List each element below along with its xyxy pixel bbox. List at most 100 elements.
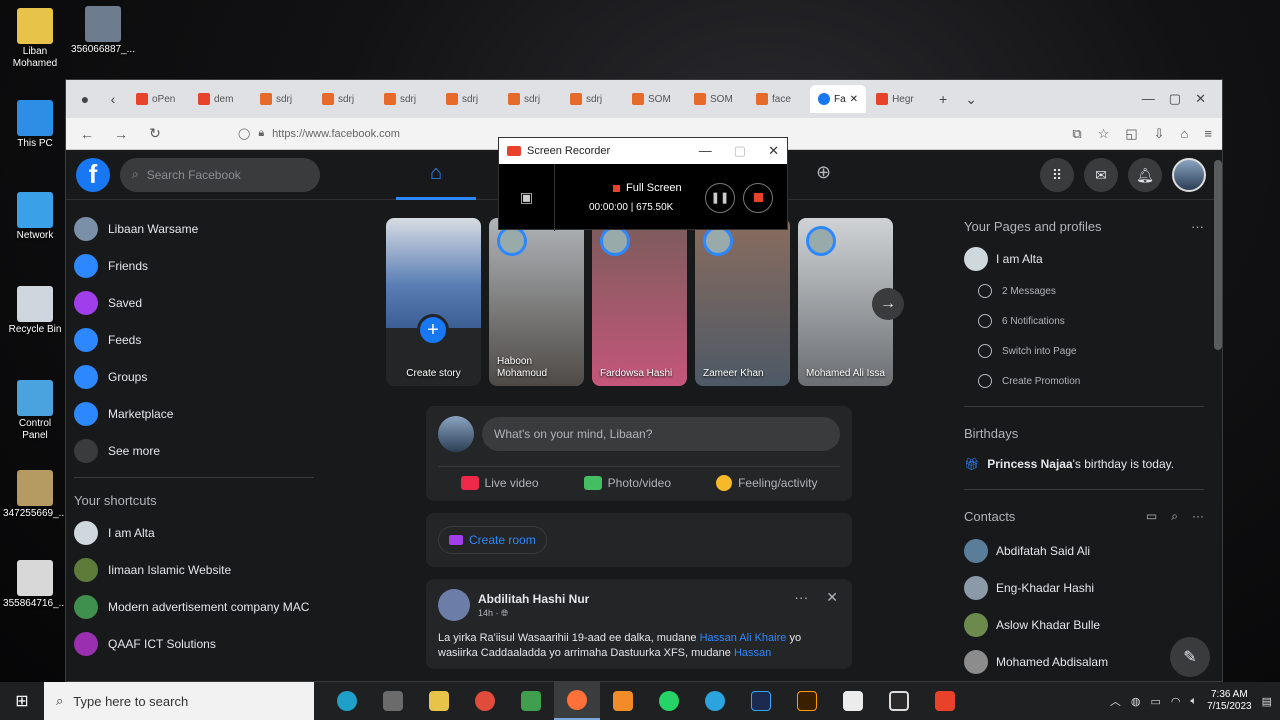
new-tab-icon[interactable]: + [930, 86, 956, 112]
store-icon[interactable] [830, 682, 876, 720]
clock[interactable]: 7:36 AM 7/15/2023 [1207, 689, 1252, 713]
desktop-icon[interactable]: This PC [0, 100, 70, 150]
firefox-icon[interactable] [554, 682, 600, 720]
taskbar-search-input[interactable]: ⌕ Type here to search [44, 682, 314, 720]
sublime-icon[interactable] [600, 682, 646, 720]
story-card[interactable]: Haboon Mohamoud [489, 218, 584, 386]
desktop-icon[interactable]: Network [0, 192, 70, 242]
gaming-icon[interactable]: ⊕ [816, 162, 831, 183]
pause-button[interactable]: ❚❚ [705, 182, 735, 213]
chrome-icon[interactable] [462, 682, 508, 720]
create-story-card[interactable]: + Create story [386, 218, 481, 386]
mention-link[interactable]: Hassan Ali Khaire [700, 632, 787, 644]
new-message-icon[interactable]: ✎ [1170, 637, 1210, 677]
edge-icon[interactable] [324, 682, 370, 720]
recording-mode[interactable]: Full Screen [589, 182, 705, 194]
browser-tab[interactable]: sdrj [500, 85, 560, 113]
mention-link[interactable]: Hassan [734, 647, 771, 659]
volume-icon[interactable]: 🔈︎ [1190, 695, 1197, 708]
battery-icon[interactable]: ▭ [1150, 695, 1160, 708]
whatsapp-icon[interactable] [646, 682, 692, 720]
live-video-button[interactable]: Live video [460, 475, 539, 491]
forward-icon[interactable]: → [110, 123, 132, 145]
story-card[interactable]: Fardowsa Hashi [592, 218, 687, 386]
photo-video-button[interactable]: Photo/video [583, 475, 671, 491]
post-author[interactable]: Abdilitah Hashi Nur [478, 592, 589, 606]
minimize-icon[interactable]: — [699, 143, 712, 159]
tab-scroll-left-icon[interactable]: ‹ [100, 86, 126, 112]
more-options-icon[interactable]: ··· [1192, 509, 1204, 524]
scrollbar[interactable] [1214, 160, 1222, 350]
chevron-right-icon[interactable]: → [872, 288, 904, 320]
browser-tab[interactable]: face [748, 85, 808, 113]
firefox-menu-icon[interactable]: ● [72, 86, 98, 112]
menu-icon[interactable]: ≡ [1204, 126, 1212, 142]
messenger-icon[interactable]: ✉ [1084, 158, 1118, 192]
desktop-icon[interactable]: Control Panel [0, 380, 70, 442]
calculator-icon[interactable] [370, 682, 416, 720]
telegram-icon[interactable] [692, 682, 738, 720]
browser-tab[interactable]: sdrj [562, 85, 622, 113]
photoshop-icon[interactable] [738, 682, 784, 720]
wifi-icon[interactable]: ◠ [1171, 695, 1181, 708]
sidebar-item[interactable]: Feeds [74, 321, 314, 358]
sidebar-item[interactable]: Marketplace [74, 395, 314, 432]
contact-item[interactable]: Eng-Khadar Hashi [964, 569, 1204, 606]
maximize-icon[interactable]: ▢ [1169, 91, 1181, 107]
browser-tab[interactable]: Fa ✕ [810, 85, 867, 113]
sidebar-item[interactable]: Friends [74, 247, 314, 284]
sidebar-item[interactable]: Libaan Warsame [74, 210, 314, 247]
page-action[interactable]: 2 Messages [964, 276, 1204, 306]
shortcut-item[interactable]: Modern advertisement company MAC [74, 588, 314, 625]
notifications-icon[interactable]: ▤ [1262, 695, 1272, 708]
account-avatar[interactable] [1172, 158, 1206, 192]
browser-tab[interactable]: Hegr [868, 85, 928, 113]
page-action[interactable]: Create Promotion [964, 366, 1204, 396]
shortcut-item[interactable]: QAAF ICT Solutions [74, 625, 314, 662]
fb-search-input[interactable]: ⌕ Search Facebook [120, 157, 320, 192]
extensions-icon[interactable]: ⌂ [1181, 126, 1189, 142]
page-item[interactable]: I am Alta [964, 242, 1204, 276]
sidebar-item[interactable]: Saved [74, 284, 314, 321]
browser-tab[interactable]: sdrj [314, 85, 374, 113]
screen-recorder-icon[interactable] [922, 682, 968, 720]
stop-button[interactable] [743, 182, 773, 213]
open-folder-icon[interactable]: ▣ [499, 164, 555, 231]
desktop-icon[interactable]: Recycle Bin [0, 286, 70, 336]
url-field[interactable]: ◯ 🔒︎ https://www.facebook.com [178, 122, 400, 146]
chevron-up-icon[interactable]: ︿ [1110, 693, 1121, 709]
network-icon[interactable]: ◍ [1131, 695, 1141, 708]
browser-tab[interactable]: dem [190, 85, 250, 113]
file-explorer-icon[interactable] [416, 682, 462, 720]
browser-tab[interactable]: SOM [624, 85, 684, 113]
search-icon[interactable]: ⌕ [1171, 509, 1178, 524]
back-icon[interactable]: ← [76, 123, 98, 145]
birthday-item[interactable]: 🎁︎ Princess Najaa's birthday is today. [964, 449, 1204, 479]
sidebar-item[interactable]: Groups [74, 358, 314, 395]
avatar[interactable] [438, 589, 470, 621]
desktop-icon[interactable]: 347255669_... [0, 470, 70, 520]
sidebar-item[interactable]: See more [74, 432, 314, 469]
screenshot-icon[interactable]: ⧉ [1072, 126, 1081, 142]
browser-tab[interactable]: sdrj [252, 85, 312, 113]
more-options-icon[interactable]: ··· [1191, 219, 1204, 234]
monitor-icon[interactable] [876, 682, 922, 720]
illustrator-icon[interactable] [784, 682, 830, 720]
close-icon[interactable]: ✕ [1195, 91, 1206, 107]
contact-item[interactable]: Aslow Khadar Bulle [964, 606, 1204, 643]
maximize-icon[interactable]: ▢ [734, 143, 746, 159]
desktop-icon[interactable]: 355864716_... [0, 560, 70, 610]
close-icon[interactable]: ✕ [768, 143, 779, 159]
minimize-icon[interactable]: — [1142, 91, 1155, 107]
composer-input[interactable]: What's on your mind, Libaan? [482, 417, 840, 451]
browser-tab[interactable]: sdrj [376, 85, 436, 113]
chevron-down-icon[interactable]: ⌄ [958, 86, 984, 112]
browser-tab[interactable]: SOM [686, 85, 746, 113]
desktop-icon[interactable]: 356066887_... [68, 6, 138, 56]
reload-icon[interactable]: ↻ [144, 123, 166, 145]
notifications-bell-icon[interactable]: 🔔︎ [1128, 158, 1162, 192]
menu-grid-icon[interactable]: ⠿ [1040, 158, 1074, 192]
more-options-icon[interactable]: ··· [794, 589, 808, 606]
home-icon[interactable]: ⌂ [396, 150, 476, 200]
browser-tab[interactable]: oPen [128, 85, 188, 113]
